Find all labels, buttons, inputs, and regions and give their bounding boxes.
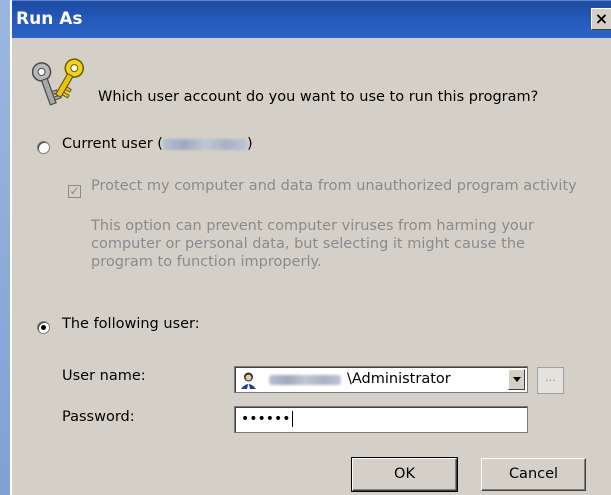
- current-user-prefix: Current user (: [62, 136, 163, 152]
- user-icon: [239, 370, 258, 389]
- following-user-label[interactable]: The following user:: [62, 316, 200, 332]
- current-user-suffix: ): [246, 136, 253, 152]
- text-caret: [291, 411, 293, 427]
- close-icon: ×: [594, 9, 609, 28]
- browse-users-button[interactable]: ...: [537, 367, 564, 394]
- keys-icon: [32, 58, 85, 106]
- protect-checkbox-label: Protect my computer and data from unauth…: [91, 178, 577, 194]
- redacted-domain: [269, 375, 341, 385]
- title-bar[interactable]: Run As ×: [12, 0, 611, 38]
- username-label: User name:: [62, 368, 146, 384]
- protect-description: This option can prevent computer viruses…: [91, 218, 534, 270]
- username-combobox[interactable]: \Administrator: [234, 366, 528, 393]
- cancel-button[interactable]: Cancel: [481, 458, 586, 491]
- username-value: \Administrator: [347, 371, 451, 387]
- current-user-radio[interactable]: [37, 141, 50, 154]
- protect-checkbox[interactable]: ✓: [68, 185, 81, 198]
- window-title: Run As: [16, 9, 83, 29]
- following-user-radio[interactable]: [37, 321, 50, 334]
- password-value: ••••••: [241, 411, 291, 427]
- question-text: Which user account do you want to use to…: [98, 89, 539, 105]
- close-button[interactable]: ×: [591, 8, 611, 30]
- current-user-label[interactable]: Current user (): [62, 136, 253, 152]
- dialog-body: Which user account do you want to use to…: [12, 37, 611, 495]
- ok-button[interactable]: OK: [351, 457, 458, 492]
- chevron-down-icon[interactable]: [508, 369, 525, 390]
- password-field[interactable]: ••••••: [234, 406, 528, 433]
- background-window-edge: [0, 0, 10, 495]
- redacted-username: [162, 138, 247, 150]
- password-label: Password:: [62, 409, 135, 425]
- run-as-dialog: Run As × Which user account do you want …: [10, 0, 611, 495]
